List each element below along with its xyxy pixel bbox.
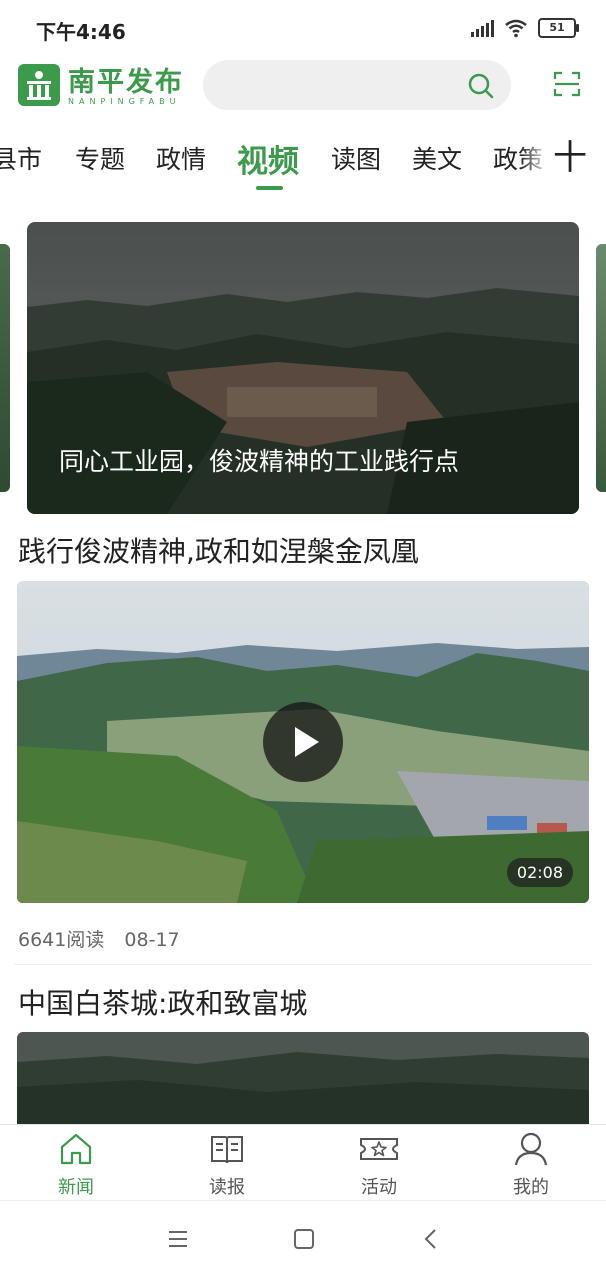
tab-county[interactable]: 县市 — [0, 140, 42, 176]
nav-profile[interactable]: 我的 — [481, 1131, 581, 1199]
logo-subtitle: NANPINGFABU — [68, 97, 181, 106]
nav-activities-label: 活动 — [361, 1177, 397, 1198]
read-count: 6641阅读 — [18, 929, 105, 951]
user-icon — [514, 1132, 548, 1166]
battery-icon: 51 — [538, 18, 579, 38]
app-header: 南平发布 NANPINGFABU — [0, 58, 606, 114]
home-icon — [60, 1133, 92, 1165]
search-input[interactable] — [203, 60, 511, 110]
tab-video[interactable]: 视频 — [237, 136, 299, 181]
active-tab-indicator — [256, 186, 283, 190]
add-channel-button[interactable]: 十 — [553, 130, 606, 179]
bottom-navigation: 新闻 读报 活动 我的 — [0, 1124, 606, 1201]
menu-icon[interactable] — [167, 1227, 189, 1251]
tab-pictures[interactable]: 读图 — [331, 140, 381, 176]
article-title[interactable]: 践行俊波精神,政和如涅槃金凤凰 — [18, 530, 419, 570]
play-button[interactable] — [263, 702, 343, 782]
video-thumbnail-image — [17, 1032, 589, 1124]
back-icon[interactable] — [421, 1227, 441, 1251]
banner-carousel[interactable]: 同心工业园，俊波精神的工业践行点 — [0, 222, 606, 514]
video-thumbnail[interactable]: 02:08 — [17, 581, 589, 903]
app-logo: 南平发布 NANPINGFABU — [68, 60, 184, 106]
carousel-prev-peek[interactable] — [0, 244, 10, 492]
signal-icon — [471, 19, 494, 37]
tab-essays[interactable]: 美文 — [412, 140, 462, 176]
divider — [14, 964, 592, 965]
nav-newspaper[interactable]: 读报 — [177, 1131, 277, 1199]
tab-special[interactable]: 专题 — [75, 140, 125, 176]
nav-news-label: 新闻 — [58, 1177, 94, 1198]
home-square-icon[interactable] — [292, 1227, 316, 1251]
system-navigation-bar — [0, 1200, 606, 1281]
logo-title: 南平发布 — [68, 67, 184, 98]
nav-profile-label: 我的 — [513, 1177, 549, 1198]
tabs-fade — [520, 128, 550, 192]
tab-politics[interactable]: 政情 — [156, 140, 206, 176]
wifi-icon — [505, 19, 527, 38]
article-title[interactable]: 中国白茶城:政和致富城 — [18, 982, 307, 1022]
banner-slide[interactable]: 同心工业园，俊波精神的工业践行点 — [27, 222, 579, 514]
article-meta: 6641阅读 08-17 — [18, 925, 194, 952]
video-thumbnail[interactable] — [17, 1032, 589, 1124]
status-icons: 51 — [471, 18, 579, 38]
search-icon[interactable] — [467, 72, 495, 100]
scan-icon[interactable] — [553, 70, 581, 98]
nav-newspaper-label: 读报 — [209, 1177, 245, 1198]
nav-news[interactable]: 新闻 — [26, 1131, 126, 1199]
ticket-star-icon — [360, 1138, 398, 1160]
channel-tabs: 县市 专题 政情 视频 读图 美文 政策 十 — [0, 128, 606, 192]
logo-icon — [18, 64, 60, 106]
publish-date: 08-17 — [124, 929, 180, 951]
status-bar: 下午4:46 51 — [0, 0, 606, 56]
book-icon — [211, 1136, 243, 1164]
status-time: 下午4:46 — [36, 20, 126, 44]
nav-activities[interactable]: 活动 — [329, 1131, 429, 1199]
banner-caption: 同心工业园，俊波精神的工业践行点 — [59, 447, 460, 476]
carousel-next-peek[interactable] — [596, 244, 606, 492]
video-duration: 02:08 — [506, 858, 573, 887]
